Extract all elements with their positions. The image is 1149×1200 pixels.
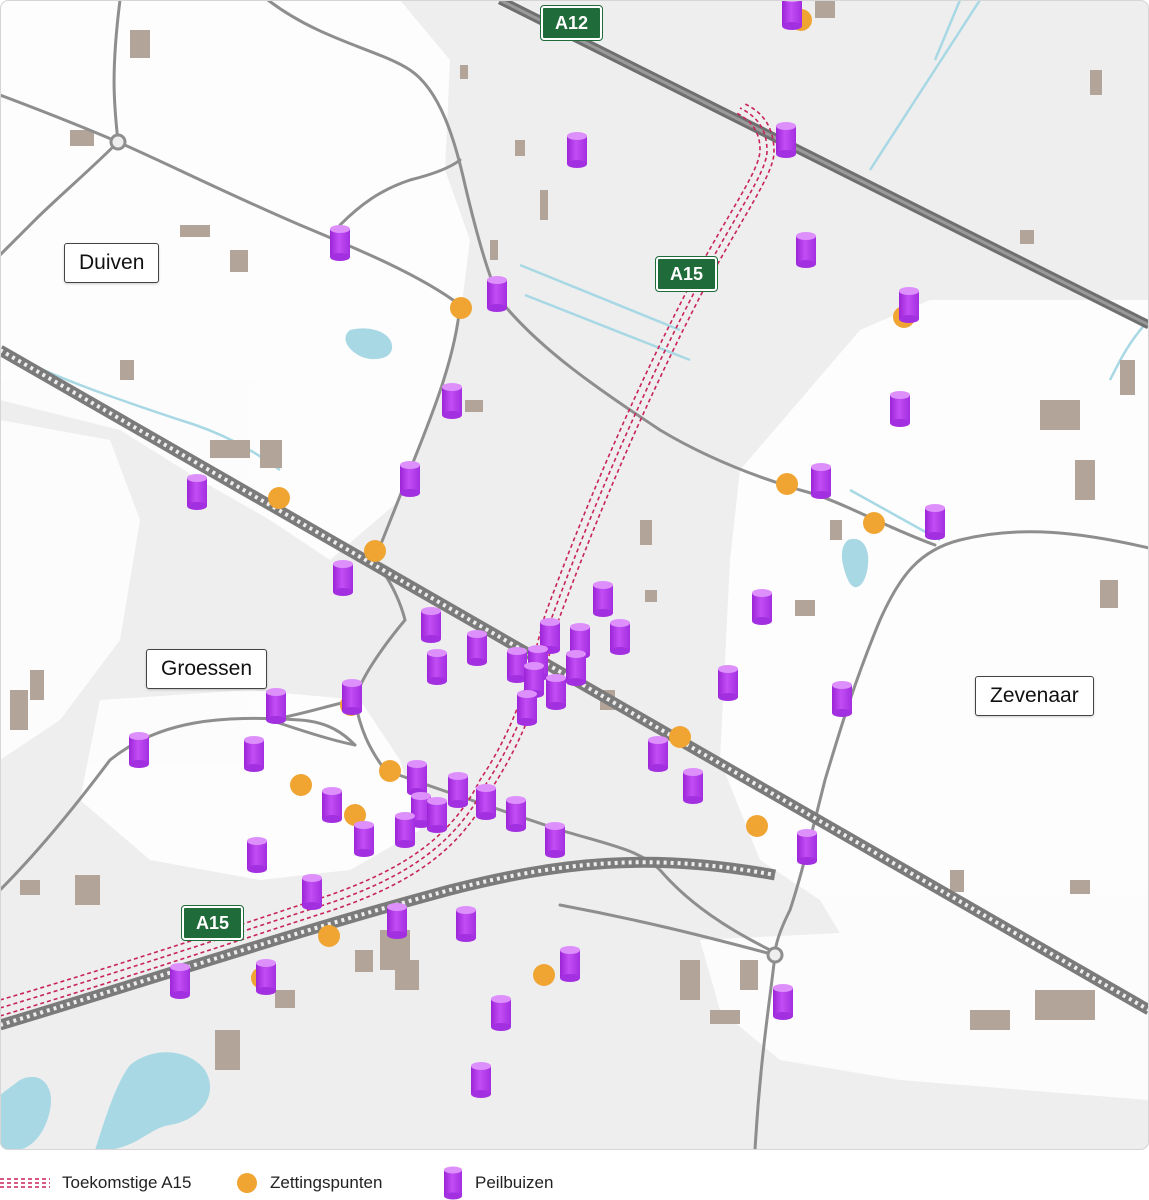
settlement-point <box>450 297 472 319</box>
map-legend: Toekomstige A15 Zettingspunten Peilbuize… <box>0 1165 1149 1200</box>
piezometer-marker[interactable] <box>187 474 207 510</box>
piezometer-marker[interactable] <box>782 0 802 30</box>
piezometer-marker[interactable] <box>811 463 831 499</box>
piezometer-marker[interactable] <box>387 903 407 939</box>
piezometer-marker[interactable] <box>442 383 462 419</box>
piezometer-marker[interactable] <box>683 768 703 804</box>
road-shield-a15-south: A15 <box>180 905 245 941</box>
settlement-point <box>364 540 386 562</box>
piezometer-marker[interactable] <box>487 276 507 312</box>
piezometer-marker[interactable] <box>467 630 487 666</box>
piezometer-marker[interactable] <box>456 906 476 942</box>
settlement-point <box>318 925 340 947</box>
piezometer-marker[interactable] <box>302 874 322 910</box>
piezometer-marker[interactable] <box>648 736 668 772</box>
piezometer-marker[interactable] <box>342 679 362 715</box>
piezometer-marker[interactable] <box>567 132 587 168</box>
settlement-point <box>533 964 555 986</box>
piezometer-marker[interactable] <box>890 391 910 427</box>
place-label-duiven: Duiven <box>64 243 160 283</box>
map-canvas[interactable] <box>0 0 1149 1150</box>
legend-item-future-a15: Toekomstige A15 <box>0 1165 191 1200</box>
piezometer-marker[interactable] <box>471 1062 491 1098</box>
settlement-point <box>290 774 312 796</box>
place-label-zevenaar: Zevenaar <box>975 676 1094 716</box>
legend-item-settlement-points: Zettingspunten <box>236 1165 382 1200</box>
place-label-groessen: Groessen <box>146 649 268 689</box>
piezometer-marker[interactable] <box>832 681 852 717</box>
legend-label-future-a15: Toekomstige A15 <box>62 1172 192 1192</box>
piezometer-marker[interactable] <box>899 287 919 323</box>
piezometer-marker[interactable] <box>407 760 427 796</box>
piezometer-marker[interactable] <box>395 812 415 848</box>
piezometer-marker[interactable] <box>491 995 511 1031</box>
piezometer-marker[interactable] <box>322 787 342 823</box>
piezometer-marker[interactable] <box>752 589 772 625</box>
piezometer-marker[interactable] <box>560 946 580 982</box>
piezometer-marker[interactable] <box>256 959 276 995</box>
piezometer-marker[interactable] <box>421 607 441 643</box>
piezometer-marker[interactable] <box>330 225 350 261</box>
piezometer-marker[interactable] <box>925 504 945 540</box>
piezometer-marker[interactable] <box>506 796 526 832</box>
piezometer-marker[interactable] <box>247 837 267 873</box>
roundabout <box>766 946 784 964</box>
settlement-point <box>268 487 290 509</box>
settlement-point <box>776 473 798 495</box>
piezometer-marker[interactable] <box>427 649 447 685</box>
legend-label-settlement-points: Zettingspunten <box>270 1172 383 1192</box>
piezometer-marker[interactable] <box>170 963 190 999</box>
piezometer-marker[interactable] <box>718 665 738 701</box>
settlement-point <box>746 815 768 837</box>
piezometer-marker[interactable] <box>546 674 566 710</box>
piezometer-marker[interactable] <box>776 122 796 158</box>
legend-item-piezometers: Peilbuizen <box>443 1165 553 1200</box>
piezometer-marker[interactable] <box>593 581 613 617</box>
piezometer-marker[interactable] <box>354 821 374 857</box>
piezometer-marker[interactable] <box>427 797 447 833</box>
piezometer-marker[interactable] <box>129 732 149 768</box>
road-shield-a15-north: A15 <box>654 256 719 292</box>
dashed-line-icon <box>0 1177 50 1188</box>
settlement-point <box>669 726 691 748</box>
settlement-point <box>379 760 401 782</box>
piezometer-marker[interactable] <box>796 232 816 268</box>
piezometer-marker[interactable] <box>476 784 496 820</box>
roundabout <box>109 133 127 151</box>
piezometer-marker[interactable] <box>545 822 565 858</box>
legend-label-piezometers: Peilbuizen <box>475 1172 554 1192</box>
piezometer-marker[interactable] <box>448 772 468 808</box>
piezometer-marker[interactable] <box>773 984 793 1020</box>
piezometer-marker[interactable] <box>244 736 264 772</box>
piezometer-marker[interactable] <box>266 688 286 724</box>
piezometer-marker[interactable] <box>566 650 586 686</box>
road-shield-a12: A12 <box>539 5 604 41</box>
piezometer-marker[interactable] <box>400 461 420 497</box>
piezometer-marker[interactable] <box>517 690 537 726</box>
settlement-point <box>863 512 885 534</box>
purple-cylinder-icon <box>444 1166 462 1199</box>
piezometer-marker[interactable] <box>797 829 817 865</box>
orange-circle-icon <box>237 1172 257 1193</box>
piezometer-marker[interactable] <box>333 560 353 596</box>
piezometer-marker[interactable] <box>610 619 630 655</box>
